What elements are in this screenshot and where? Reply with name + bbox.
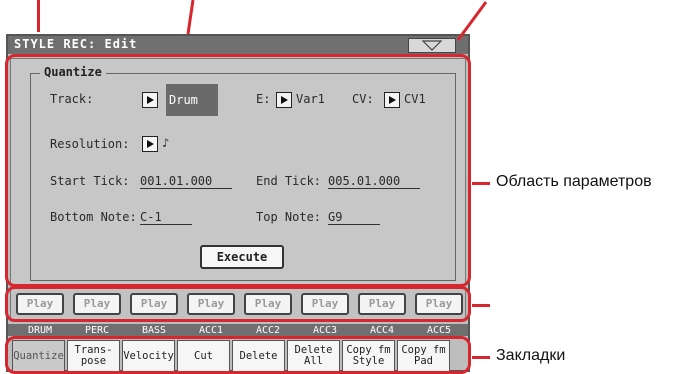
play-row-highlight	[5, 286, 471, 322]
title-area-leader	[186, 0, 195, 34]
track-name-acc2: ACC2	[255, 325, 281, 336]
tabs-leader-line	[472, 356, 490, 359]
tabs-callout-label: Закладки	[496, 347, 566, 364]
tabs-highlight	[5, 336, 471, 374]
track-name-acc3: ACC3	[312, 325, 338, 336]
track-name-acc1: ACC1	[198, 325, 224, 336]
track-name-drum: DRUM	[27, 325, 53, 336]
parameter-area-highlight	[5, 54, 471, 287]
menu-leader	[456, 1, 488, 41]
track-name-acc5: ACC5	[426, 325, 452, 336]
params-callout-label: Область параметров	[496, 173, 652, 190]
page-title: STYLE REC: Edit	[14, 37, 138, 51]
page-menu-button[interactable]	[408, 38, 456, 53]
params-leader-line	[472, 182, 490, 185]
track-name-perc: PERC	[84, 325, 110, 336]
title-leader-line	[37, 0, 40, 32]
track-name-bass: BASS	[141, 325, 167, 336]
page-menu-icon	[421, 40, 443, 51]
play-leader-line	[472, 304, 490, 307]
track-name-acc4: ACC4	[369, 325, 395, 336]
